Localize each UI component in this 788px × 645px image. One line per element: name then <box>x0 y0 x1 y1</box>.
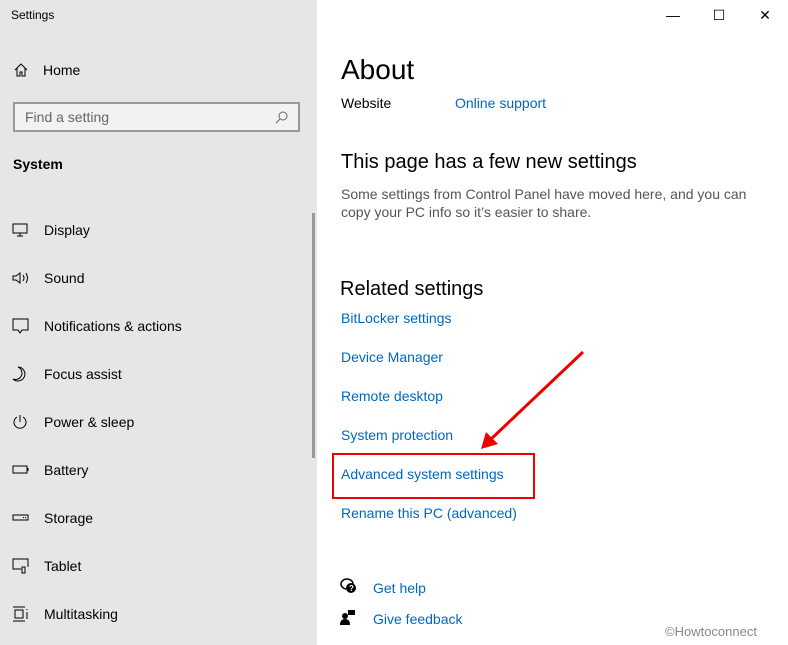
svg-text:?: ? <box>349 584 354 593</box>
get-help-link[interactable]: ? Get help <box>340 572 463 603</box>
get-help-label: Get help <box>373 579 426 596</box>
watermark: ©Howtoconnect <box>665 624 757 639</box>
get-help-icon: ? <box>340 578 373 597</box>
give-feedback-link[interactable]: Give feedback <box>340 603 463 634</box>
give-feedback-label: Give feedback <box>373 610 463 627</box>
annotation-arrow <box>481 350 585 449</box>
feedback-icon <box>340 609 373 628</box>
help-section: ? Get help Give feedback <box>340 572 463 634</box>
